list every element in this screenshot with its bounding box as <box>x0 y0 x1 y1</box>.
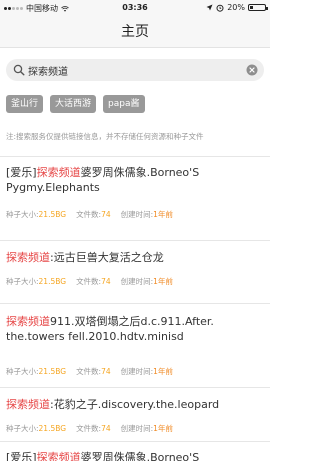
result-meta: 种子大小:21.5BG 文件数:74 创建时间:1年前 <box>6 276 268 287</box>
result-title-text: :远古巨兽大复活之仓龙 <box>50 251 164 264</box>
time-value: 1年前 <box>153 424 173 433</box>
result-title[interactable]: 探索频道911.双塔倒塌之后d.c.911.After. the.towers … <box>6 314 266 344</box>
result-meta: 种子大小:21.5BG 文件数:74 创建时间:1年前 <box>6 209 268 220</box>
result-item[interactable]: [爱乐]探索频道婆罗周侏儒象.Borneo'S <box>0 441 270 461</box>
page-title: 主页 <box>121 24 149 40</box>
result-item[interactable]: 探索频道:花豹之子.discovery.the.leopard 种子大小:21.… <box>0 387 270 441</box>
size-value: 21.5BG <box>38 210 67 219</box>
result-keyword: 探索频道 <box>36 166 81 179</box>
time-label: 创建时间: <box>120 277 154 286</box>
result-keyword: 探索频道 <box>36 451 81 461</box>
result-prefix: [爱乐] <box>6 166 37 179</box>
time-value: 1年前 <box>153 277 173 286</box>
result-title[interactable]: 探索频道:远古巨兽大复活之仓龙 <box>6 250 266 265</box>
count-label: 文件数: <box>76 210 102 219</box>
result-title-text: 婆罗周侏儒象.Borneo'S <box>80 451 200 461</box>
result-keyword: 探索频道 <box>6 398 50 411</box>
result-keyword: 探索频道 <box>6 315 50 328</box>
result-item[interactable]: 探索频道:远古巨兽大复活之仓龙 种子大小:21.5BG 文件数:74 创建时间:1年… <box>0 240 270 303</box>
disclaimer-notice: 注:搜索服务仅提供链接信息，并不存储任何资源和种子文件 <box>6 132 204 141</box>
tag-item[interactable]: 釜山行 <box>6 95 44 113</box>
size-label: 种子大小: <box>6 277 39 286</box>
result-item[interactable]: [爱乐]探索频道婆罗周侏儒象.Borneo'S Pygmy.Elephants … <box>0 156 270 240</box>
battery-percent: 20% <box>227 3 245 12</box>
clear-search-icon[interactable] <box>246 64 258 76</box>
search-area <box>0 48 270 94</box>
search-input[interactable] <box>28 59 238 81</box>
result-title[interactable]: [爱乐]探索频道婆罗周侏儒象.Borneo'S <box>6 450 266 461</box>
time-label: 创建时间: <box>120 367 154 376</box>
result-meta: 种子大小:21.5BG 文件数:74 创建时间:1年前 <box>6 366 268 377</box>
size-label: 种子大小: <box>6 424 39 433</box>
alarm-icon <box>216 4 224 12</box>
search-icon <box>13 64 25 76</box>
result-meta: 种子大小:21.5BG 文件数:74 创建时间:1年前 <box>6 423 268 434</box>
count-value: 74 <box>101 367 111 376</box>
size-value: 21.5BG <box>38 424 67 433</box>
result-title[interactable]: [爱乐]探索频道婆罗周侏儒象.Borneo'S Pygmy.Elephants <box>6 165 266 195</box>
result-keyword: 探索频道 <box>6 251 50 264</box>
count-label: 文件数: <box>76 367 102 376</box>
location-arrow-icon <box>206 4 213 11</box>
result-title[interactable]: 探索频道:花豹之子.discovery.the.leopard <box>6 397 266 412</box>
count-value: 74 <box>101 210 111 219</box>
search-box[interactable] <box>6 59 264 81</box>
count-value: 74 <box>101 424 111 433</box>
count-label: 文件数: <box>76 277 102 286</box>
time-value: 1年前 <box>153 367 173 376</box>
time-label: 创建时间: <box>120 424 154 433</box>
nav-bar: 主页 <box>0 16 270 48</box>
result-prefix: [爱乐] <box>6 451 37 461</box>
size-label: 种子大小: <box>6 210 39 219</box>
time-value: 1年前 <box>153 210 173 219</box>
battery-icon <box>248 4 268 11</box>
result-item[interactable]: 探索频道911.双塔倒塌之后d.c.911.After. the.towers … <box>0 303 270 387</box>
tag-item[interactable]: papa酱 <box>103 95 145 113</box>
status-right: 20% <box>206 3 268 12</box>
count-label: 文件数: <box>76 424 102 433</box>
size-label: 种子大小: <box>6 367 39 376</box>
size-value: 21.5BG <box>38 367 67 376</box>
status-bar: 中国移动 03:36 20% <box>0 0 270 16</box>
count-value: 74 <box>101 277 111 286</box>
size-value: 21.5BG <box>38 277 67 286</box>
time-label: 创建时间: <box>120 210 154 219</box>
tag-item[interactable]: 大话西游 <box>50 95 97 113</box>
result-title-text: :花豹之子.discovery.the.leopard <box>50 398 220 411</box>
hot-tags: 釜山行 大话西游 papa酱 <box>6 95 145 113</box>
